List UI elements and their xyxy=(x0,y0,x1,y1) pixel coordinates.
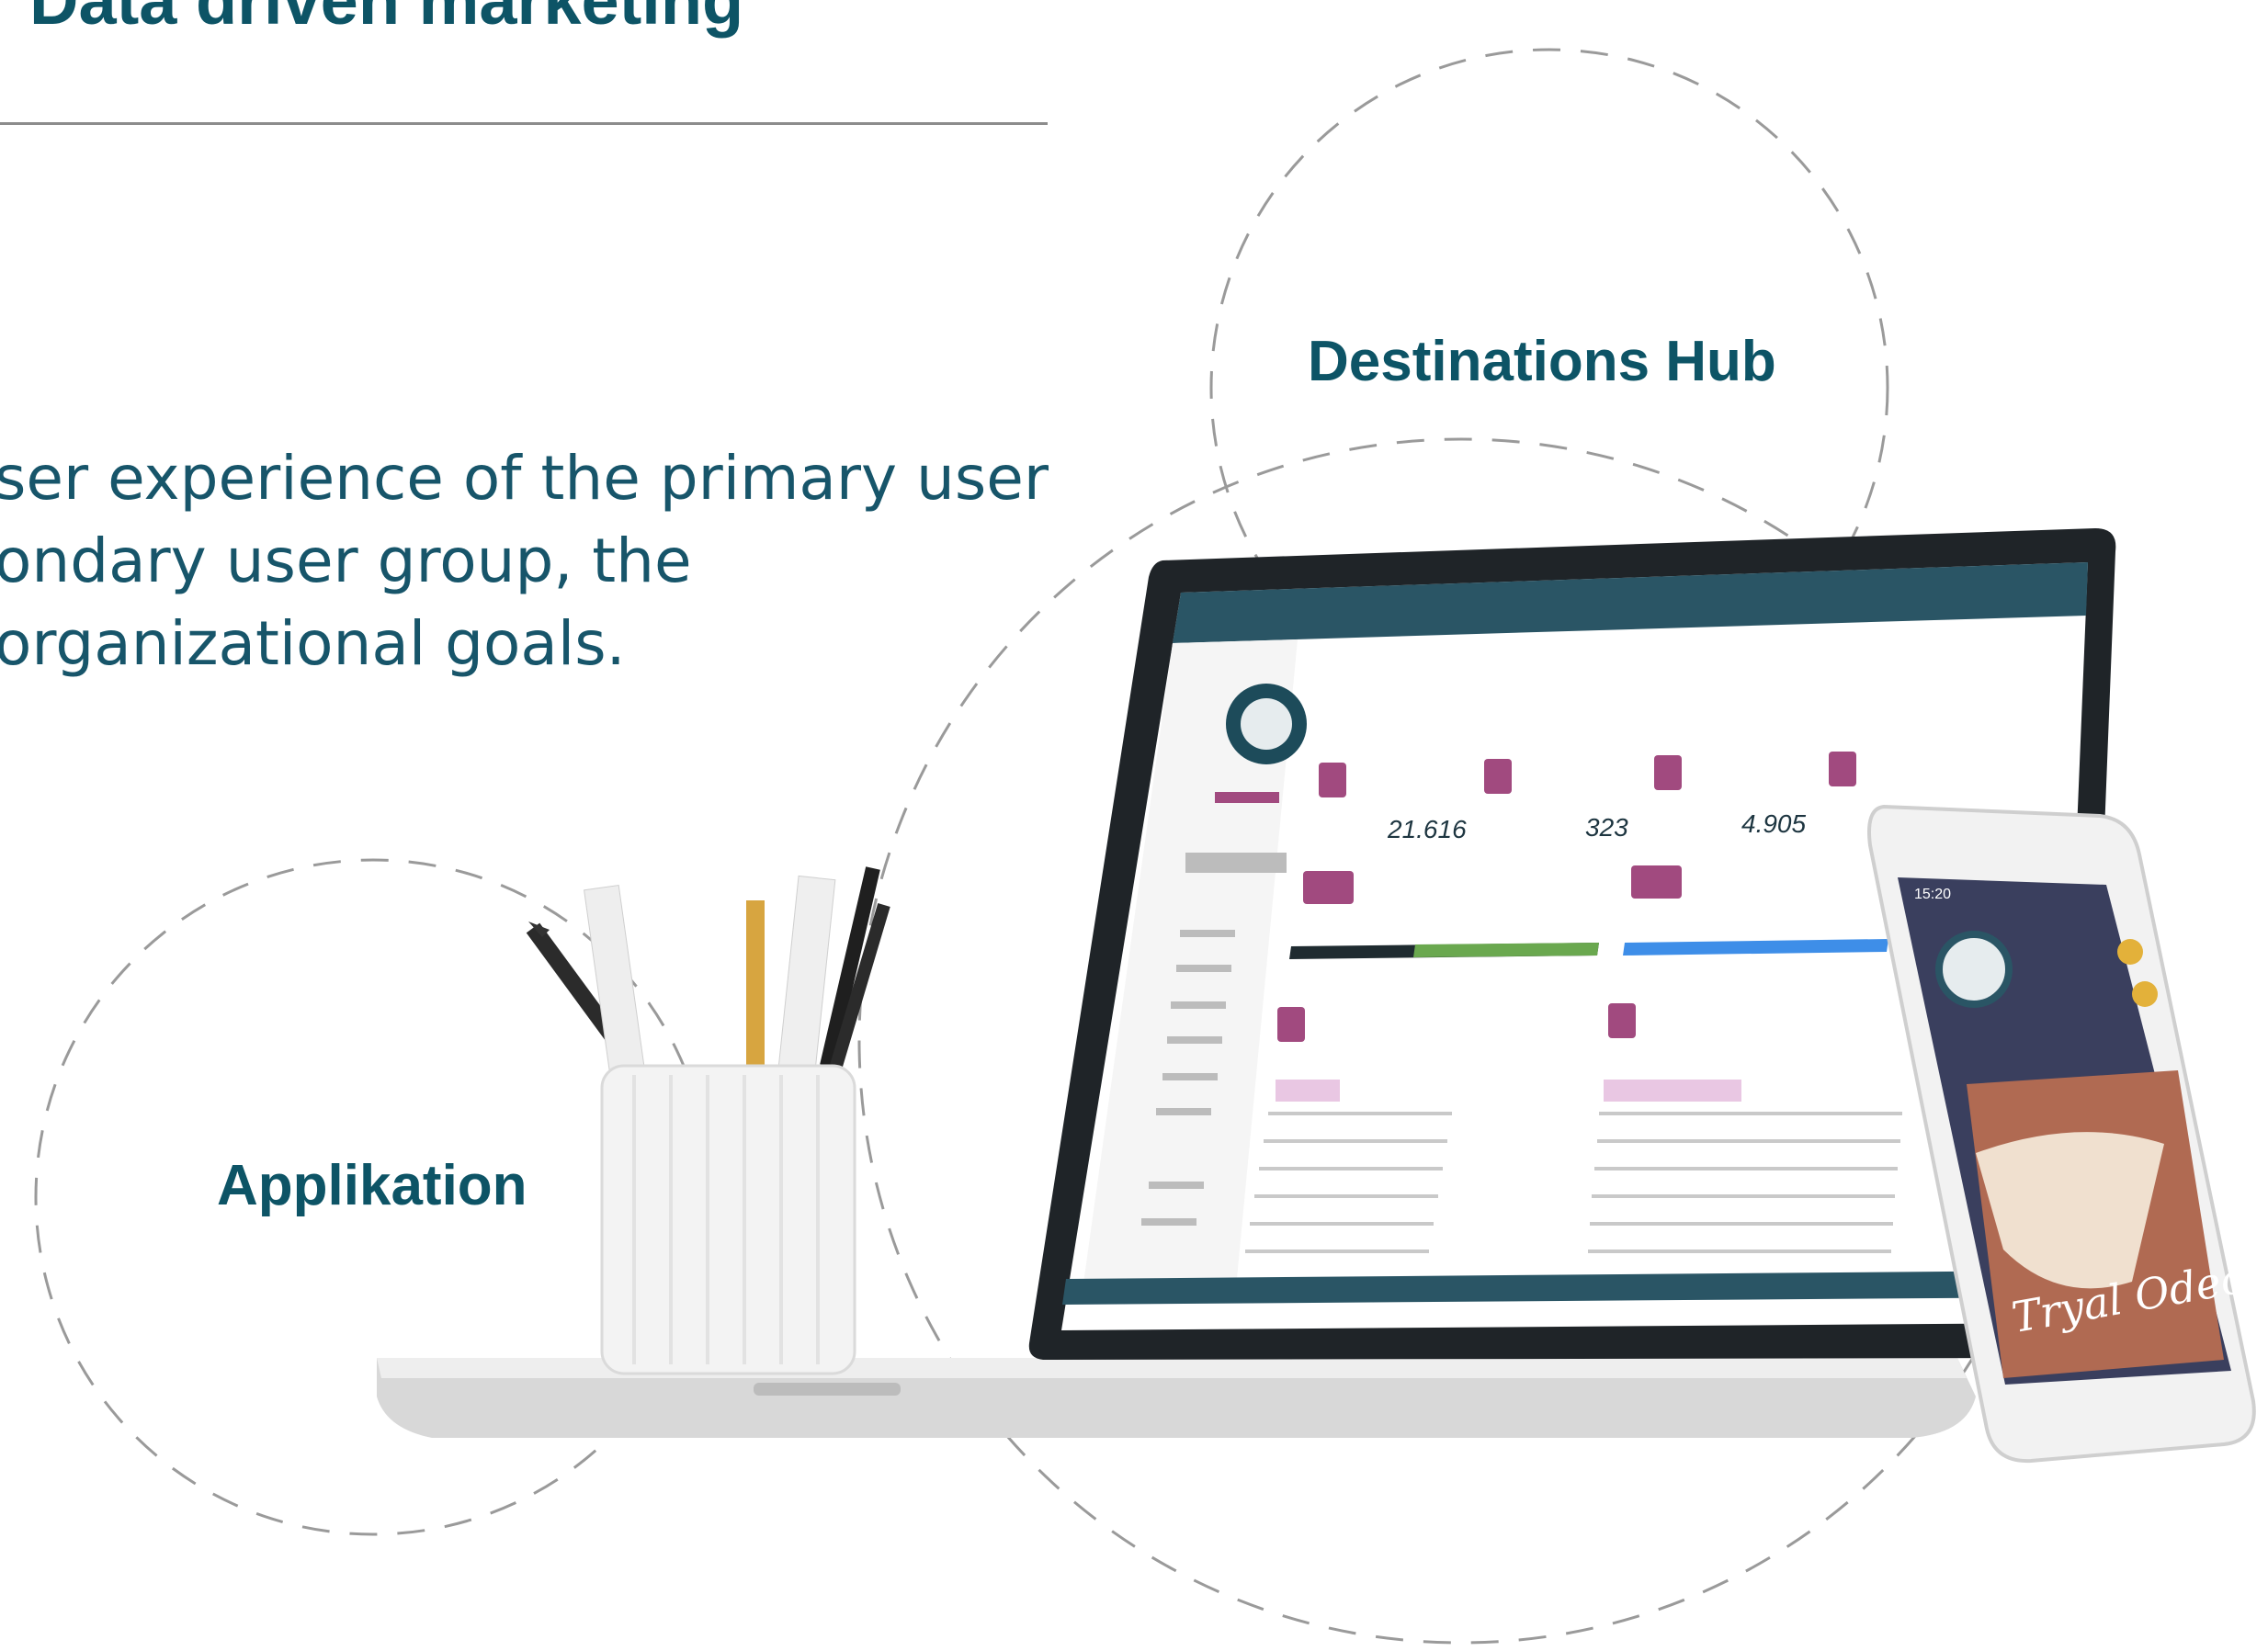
destinations-hub-label: Destinations Hub xyxy=(1308,330,1776,393)
illustration: 21.616 323 4.905 15:20 Tryal Odeon xyxy=(34,48,2268,1645)
app-label: Applikation xyxy=(217,1154,527,1217)
stat-value-2: 323 xyxy=(1585,813,1628,842)
phone-time: 15:20 xyxy=(1914,887,1951,902)
pencil-holder xyxy=(526,866,890,1375)
stat-value-3: 4.905 xyxy=(1741,809,1806,838)
stat-value-1: 21.616 xyxy=(1387,815,1467,843)
